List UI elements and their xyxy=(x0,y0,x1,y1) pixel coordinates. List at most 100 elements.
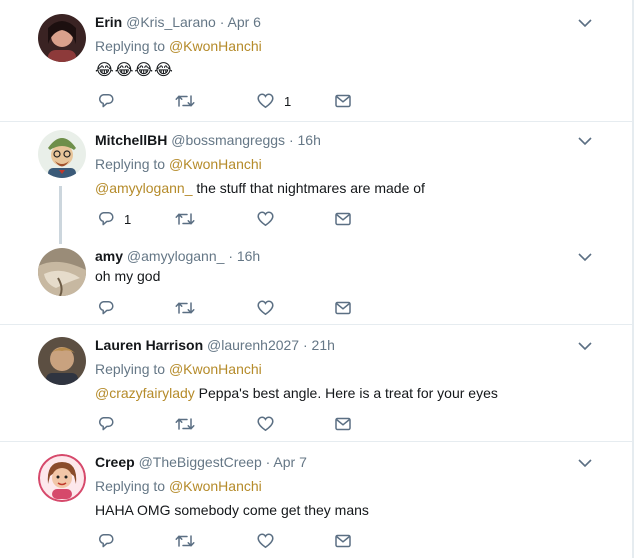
direct-message-button[interactable] xyxy=(335,210,351,228)
like-button[interactable]: 1 xyxy=(257,92,291,110)
direct-message-icon xyxy=(335,301,351,315)
direct-message-icon xyxy=(335,212,351,226)
timestamp[interactable]: · 16h xyxy=(228,248,260,264)
retweet-icon xyxy=(175,213,195,225)
like-button[interactable] xyxy=(257,532,274,550)
replying-to-handle[interactable]: @KwonHanchi xyxy=(169,38,262,54)
reply-icon xyxy=(98,534,114,548)
like-icon xyxy=(257,533,274,549)
timestamp[interactable]: · 21h xyxy=(303,337,335,353)
timestamp[interactable]: · 16h xyxy=(289,132,321,148)
tweet-text: HAHA OMG somebody come get they mans xyxy=(95,502,369,518)
reply-icon xyxy=(98,301,114,315)
replying-to-label: Replying to xyxy=(95,478,166,494)
retweet-icon xyxy=(175,535,195,547)
tweet[interactable]: Lauren Harrison @laurenh2027 · 21h Reply… xyxy=(0,325,632,441)
reply-icon xyxy=(98,94,114,108)
avatar[interactable] xyxy=(38,14,86,62)
replying-to-handle[interactable]: @KwonHanchi xyxy=(169,361,262,377)
retweet-button[interactable] xyxy=(175,532,195,550)
display-name[interactable]: Erin xyxy=(95,14,122,30)
like-icon xyxy=(257,416,274,432)
chevron-down-icon[interactable] xyxy=(578,136,592,146)
tweet-body: 😂😂😂😂 xyxy=(95,62,174,79)
reply-button[interactable] xyxy=(98,299,114,317)
like-button[interactable] xyxy=(257,210,274,228)
reply-count: 1 xyxy=(124,211,132,227)
tweet-text: 😂😂😂😂 xyxy=(95,60,174,80)
direct-message-button[interactable] xyxy=(335,415,351,433)
retweet-button[interactable] xyxy=(175,415,195,433)
avatar[interactable] xyxy=(38,337,86,385)
like-icon xyxy=(257,300,274,316)
tweet-header: Lauren Harrison @laurenh2027 · 21h xyxy=(95,337,335,353)
avatar[interactable] xyxy=(38,248,86,296)
user-handle[interactable]: @bossmangreggs xyxy=(171,132,285,148)
replying-to-label: Replying to xyxy=(95,156,166,172)
user-handle[interactable]: @laurenh2027 xyxy=(207,337,299,353)
user-handle[interactable]: @amyylogann_ xyxy=(127,248,225,264)
reply-timeline: Erin @Kris_Larano · Apr 6 Replying to @K… xyxy=(0,0,634,558)
timestamp[interactable]: · Apr 6 xyxy=(220,14,261,30)
display-name[interactable]: Creep xyxy=(95,454,135,470)
retweet-button[interactable] xyxy=(175,210,195,228)
tweet[interactable]: Creep @TheBiggestCreep · Apr 7 Replying … xyxy=(0,442,632,558)
tweet-header: amy @amyylogann_ · 16h xyxy=(95,248,260,264)
tweet-header: Creep @TheBiggestCreep · Apr 7 xyxy=(95,454,307,470)
tweet-actions: 1 xyxy=(95,210,395,228)
tweet[interactable]: Erin @Kris_Larano · Apr 6 Replying to @K… xyxy=(0,0,632,121)
mention-link[interactable]: @amyylogann_ xyxy=(95,180,193,196)
retweet-icon xyxy=(175,95,195,107)
tweet-actions xyxy=(95,415,395,433)
retweet-button[interactable] xyxy=(175,92,195,110)
replying-to: Replying to @KwonHanchi xyxy=(95,478,262,494)
like-icon xyxy=(257,93,274,109)
replying-to: Replying to @KwonHanchi xyxy=(95,38,262,54)
like-icon xyxy=(257,211,274,227)
retweet-icon xyxy=(175,302,195,314)
chevron-down-icon[interactable] xyxy=(578,458,592,468)
reply-icon xyxy=(98,417,114,431)
tweet-actions: 1 xyxy=(95,92,395,110)
tweet[interactable]: MitchellBH @bossmangreggs · 16h Replying… xyxy=(0,122,632,244)
direct-message-button[interactable] xyxy=(335,92,351,110)
reply-icon xyxy=(98,212,114,226)
direct-message-icon xyxy=(335,534,351,548)
replying-to-label: Replying to xyxy=(95,38,166,54)
replying-to: Replying to @KwonHanchi xyxy=(95,361,262,377)
tweet-actions xyxy=(95,532,395,550)
reply-button[interactable] xyxy=(98,415,114,433)
timestamp[interactable]: · Apr 7 xyxy=(266,454,307,470)
user-handle[interactable]: @Kris_Larano xyxy=(126,14,216,30)
retweet-button[interactable] xyxy=(175,299,195,317)
reply-button[interactable]: 1 xyxy=(98,210,131,228)
replying-to-handle[interactable]: @KwonHanchi xyxy=(169,156,262,172)
tweet-header: MitchellBH @bossmangreggs · 16h xyxy=(95,132,321,148)
like-button[interactable] xyxy=(257,299,274,317)
avatar[interactable] xyxy=(38,130,86,178)
avatar[interactable] xyxy=(38,454,86,502)
like-button[interactable] xyxy=(257,415,274,433)
chevron-down-icon[interactable] xyxy=(578,341,592,351)
mention-link[interactable]: @crazyfairylady xyxy=(95,385,195,401)
user-handle[interactable]: @TheBiggestCreep xyxy=(139,454,262,470)
tweet-actions xyxy=(95,299,395,317)
chevron-down-icon[interactable] xyxy=(578,252,592,262)
direct-message-button[interactable] xyxy=(335,532,351,550)
like-count: 1 xyxy=(284,93,292,109)
display-name[interactable]: MitchellBH xyxy=(95,132,167,148)
reply-button[interactable] xyxy=(98,92,114,110)
tweet-text: oh my god xyxy=(95,268,160,284)
direct-message-button[interactable] xyxy=(335,299,351,317)
tweet[interactable]: amy @amyylogann_ · 16h oh my god xyxy=(0,241,632,324)
replying-to-handle[interactable]: @KwonHanchi xyxy=(169,478,262,494)
tweet-body: HAHA OMG somebody come get they mans xyxy=(95,502,369,518)
chevron-down-icon[interactable] xyxy=(578,18,592,28)
tweet-text: @crazyfairylady Peppa's best angle. Here… xyxy=(95,385,498,401)
display-name[interactable]: Lauren Harrison xyxy=(95,337,203,353)
tweet-body: oh my god xyxy=(95,268,161,284)
display-name[interactable]: amy xyxy=(95,248,123,264)
reply-button[interactable] xyxy=(98,532,114,550)
tweet-body: the stuff that nightmares are made of xyxy=(192,180,425,196)
tweet-body: Peppa's best angle. Here is a treat for … xyxy=(194,385,498,401)
